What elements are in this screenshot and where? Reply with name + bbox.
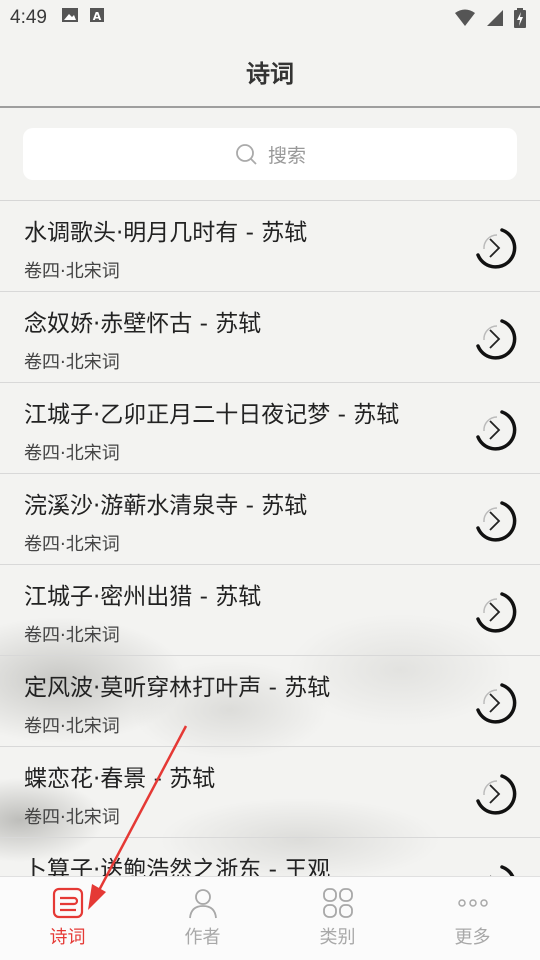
poem-title: 卜算子·送鲍浩然之浙东 - 王观 bbox=[24, 857, 331, 876]
chevron-right-icon bbox=[476, 592, 517, 633]
poem-title: 江城子·密州出猎 - 苏轼 bbox=[24, 584, 262, 610]
chevron-right-icon bbox=[476, 410, 517, 451]
poem-list: 水调歌头·明月几时有 - 苏轼 卷四·北宋词 念奴娇·赤壁怀古 - 苏轼 卷四·… bbox=[0, 201, 540, 876]
poem-title: 蝶恋花·春景 - 苏轼 bbox=[24, 766, 216, 792]
page-title: 诗词 bbox=[246, 59, 294, 88]
poem-title: 水调歌头·明月几时有 - 苏轼 bbox=[24, 220, 308, 246]
chevron-right-icon bbox=[476, 228, 517, 269]
poem-title: 浣溪沙·游蕲水清泉寺 - 苏轼 bbox=[24, 493, 308, 519]
chevron-right-icon bbox=[476, 501, 517, 542]
battery-icon bbox=[514, 8, 526, 28]
chevron-right-icon bbox=[476, 683, 517, 724]
person-icon bbox=[188, 889, 217, 919]
poem-source: 卷四·北宋词 bbox=[24, 807, 120, 828]
list-item[interactable]: 浣溪沙·游蕲水清泉寺 - 苏轼 卷四·北宋词 bbox=[0, 474, 540, 565]
tab-authors[interactable]: 作者 bbox=[135, 877, 270, 960]
tab-more[interactable]: 更多 bbox=[405, 877, 540, 960]
poem-source: 卷四·北宋词 bbox=[24, 716, 120, 737]
chevron-right-icon bbox=[476, 774, 517, 815]
poem-title: 江城子·乙卯正月二十日夜记梦 - 苏轼 bbox=[24, 402, 400, 428]
signal-icon bbox=[487, 10, 503, 26]
status-right-icons bbox=[454, 8, 526, 28]
chevron-right-icon bbox=[490, 865, 515, 876]
tab-label: 诗词 bbox=[49, 927, 86, 948]
status-bar: 4:49 A bbox=[0, 0, 540, 36]
search-bar[interactable]: 搜索 bbox=[23, 128, 517, 180]
list-item[interactable]: 水调歌头·明月几时有 - 苏轼 卷四·北宋词 bbox=[0, 201, 540, 292]
list-item[interactable]: 卜算子·送鲍浩然之浙东 - 王观 bbox=[0, 838, 540, 876]
poem-source: 卷四·北宋词 bbox=[24, 352, 120, 373]
bottom-tab-bar: 诗词 作者 类别 更多 bbox=[0, 876, 540, 960]
list-item[interactable]: 江城子·密州出猎 - 苏轼 卷四·北宋词 bbox=[0, 565, 540, 656]
poem-source: 卷四·北宋词 bbox=[24, 443, 120, 464]
poem-source: 卷四·北宋词 bbox=[24, 261, 120, 282]
poem-source: 卷四·北宋词 bbox=[24, 534, 120, 555]
category-icon bbox=[322, 888, 353, 918]
poems-icon bbox=[52, 887, 83, 919]
list-item[interactable]: 江城子·乙卯正月二十日夜记梦 - 苏轼 卷四·北宋词 bbox=[0, 383, 540, 474]
tab-label: 作者 bbox=[184, 927, 221, 948]
list-item[interactable]: 蝶恋花·春景 - 苏轼 卷四·北宋词 bbox=[0, 747, 540, 838]
more-icon bbox=[457, 899, 488, 907]
poem-title: 念奴娇·赤壁怀古 - 苏轼 bbox=[24, 311, 262, 337]
tab-categories[interactable]: 类别 bbox=[270, 877, 405, 960]
wifi-icon bbox=[455, 9, 475, 26]
tab-poems[interactable]: 诗词 bbox=[0, 877, 135, 960]
image-notification-icon bbox=[61, 7, 79, 29]
poem-source: 卷四·北宋词 bbox=[24, 625, 120, 646]
a-notification-icon: A bbox=[89, 7, 105, 29]
svg-text:A: A bbox=[93, 10, 102, 23]
tab-label: 类别 bbox=[319, 927, 356, 948]
chevron-right-icon bbox=[476, 319, 517, 360]
app-header: 诗词 bbox=[0, 36, 540, 108]
status-time: 4:49 bbox=[10, 7, 47, 28]
list-item[interactable]: 念奴娇·赤壁怀古 - 苏轼 卷四·北宋词 bbox=[0, 292, 540, 383]
search-icon bbox=[236, 144, 257, 165]
tab-label: 更多 bbox=[454, 927, 491, 948]
search-input[interactable]: 搜索 bbox=[23, 128, 517, 180]
poem-title: 定风波·莫听穿林打叶声 - 苏轼 bbox=[24, 675, 331, 701]
list-item[interactable]: 定风波·莫听穿林打叶声 - 苏轼 卷四·北宋词 bbox=[0, 656, 540, 747]
search-placeholder: 搜索 bbox=[267, 144, 306, 167]
